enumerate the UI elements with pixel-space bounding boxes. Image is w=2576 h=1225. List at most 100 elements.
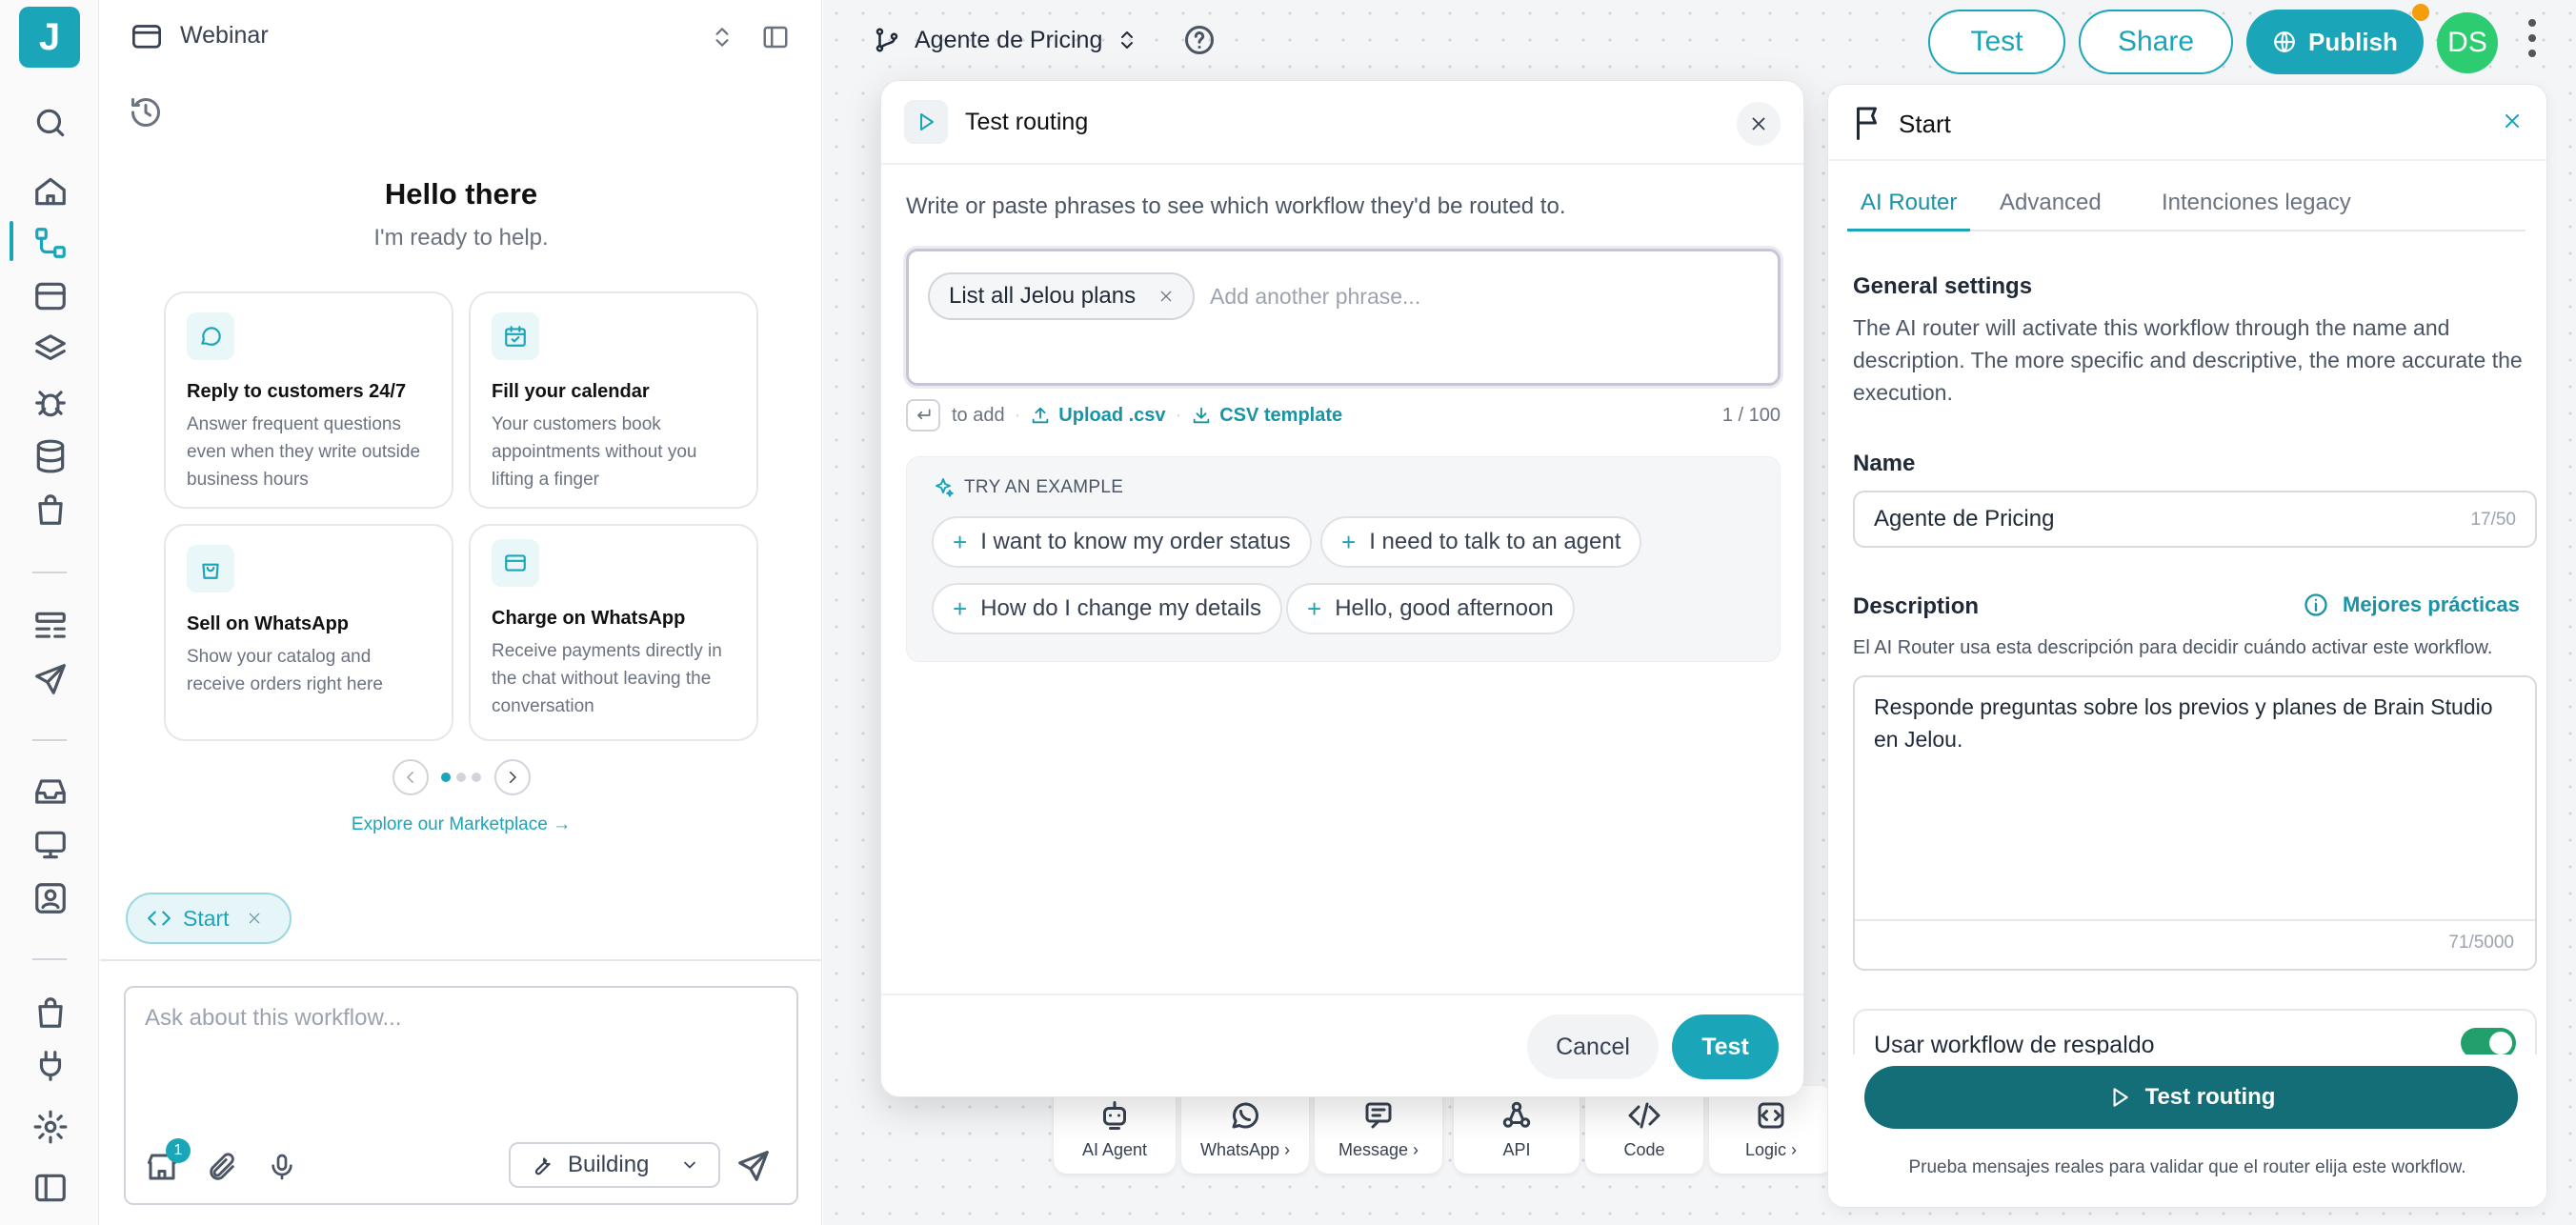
credit-card-icon (492, 539, 539, 587)
carousel-prev-button[interactable] (392, 759, 429, 795)
toolbar-logic[interactable]: Logic › (1709, 1086, 1833, 1174)
panel-tabs: AI Router Advanced Intenciones legacy (1847, 190, 2526, 231)
close-icon[interactable] (1737, 102, 1781, 146)
explore-marketplace-link[interactable]: Explore our Marketplace → (100, 814, 822, 835)
carousel-next-button[interactable] (494, 759, 531, 795)
microphone-icon[interactable] (267, 1152, 297, 1182)
more-options-icon[interactable] (2526, 19, 2538, 67)
database-box-icon[interactable] (32, 278, 69, 314)
example-chip[interactable]: + I need to talk to an agent (1320, 516, 1642, 568)
home-icon[interactable] (32, 173, 69, 210)
carousel-dot[interactable] (456, 773, 466, 782)
send-icon[interactable] (735, 1148, 772, 1184)
card-desc: Answer frequent questions even when they… (187, 414, 421, 490)
carousel-dot[interactable] (441, 773, 451, 782)
phrase-input[interactable]: Add another phrase... (1210, 284, 1420, 310)
tab-advanced[interactable]: Advanced (2000, 190, 2102, 231)
best-practices-link[interactable]: Mejores prácticas (2303, 592, 2520, 618)
description-value: Responde preguntas sobre los previos y p… (1874, 694, 2493, 752)
code-icon (147, 906, 171, 931)
flag-icon (1851, 104, 1885, 142)
close-icon[interactable] (1158, 289, 1174, 304)
list-layout-icon[interactable] (32, 608, 69, 644)
run-test-button[interactable]: Test (1672, 1014, 1779, 1079)
database-icon[interactable] (32, 438, 69, 474)
contact-icon[interactable] (32, 880, 69, 916)
workflow-icon[interactable] (32, 225, 69, 261)
example-chip[interactable]: + How do I change my details (932, 583, 1283, 634)
workspace-name: Webinar (180, 21, 269, 49)
example-chip-label: How do I change my details (980, 595, 1262, 621)
history-icon[interactable] (129, 95, 163, 130)
share-button[interactable]: Share (2079, 10, 2233, 74)
collapse-panel-icon[interactable] (761, 23, 790, 51)
example-chip[interactable]: + Hello, good afternoon (1286, 583, 1575, 634)
phrase-input-box[interactable]: List all Jelou plans Add another phrase.… (906, 249, 1781, 386)
tab-ai-router[interactable]: AI Router (1847, 190, 1971, 231)
icon-rail: J (0, 0, 99, 1225)
test-routing-button[interactable]: Test routing (1864, 1066, 2518, 1129)
description-textarea[interactable]: Responde preguntas sobre los previos y p… (1853, 675, 2537, 971)
bug-icon[interactable] (32, 385, 69, 421)
monitor-icon[interactable] (32, 827, 69, 863)
search-icon[interactable] (32, 105, 69, 141)
publish-button[interactable]: Publish (2246, 10, 2424, 74)
examples-label-text: TRY AN EXAMPLE (964, 477, 1124, 497)
suggestion-card[interactable]: Sell on WhatsApp Show your catalog and r… (164, 524, 453, 741)
avatar[interactable]: DS (2437, 12, 2498, 73)
api-icon (1499, 1098, 1534, 1140)
app-logo[interactable]: J (19, 7, 80, 68)
carousel-dot[interactable] (472, 773, 481, 782)
name-field[interactable]: Agente de Pricing 17/50 (1853, 491, 2537, 548)
upload-csv-link[interactable]: Upload .csv (1030, 405, 1166, 427)
suggestion-card[interactable]: Reply to customers 24/7 Answer frequent … (164, 291, 453, 509)
attach-icon[interactable] (206, 1152, 238, 1184)
settings-icon[interactable] (32, 1109, 69, 1145)
sidebar-toggle-icon[interactable] (32, 1170, 69, 1206)
example-chip[interactable]: + I want to know my order status (932, 516, 1312, 568)
inbox-icon[interactable] (32, 773, 69, 810)
close-icon[interactable] (247, 911, 262, 926)
card-desc: Show your catalog and receive orders rig… (187, 647, 383, 694)
whatsapp-icon (1228, 1098, 1262, 1140)
toolbar-ai-agent[interactable]: AI Agent (1054, 1086, 1176, 1174)
panel-header: Start (1828, 85, 2546, 161)
store-bag-icon[interactable] (32, 994, 69, 1031)
suggestion-card[interactable]: Charge on WhatsApp Receive payments dire… (469, 524, 758, 741)
greeting-title: Hello there (384, 177, 538, 211)
modal-instructions: Write or paste phrases to see which work… (906, 193, 1566, 219)
shopping-bag-icon (187, 545, 234, 592)
active-indicator (10, 221, 13, 261)
suggestion-card[interactable]: Fill your calendar Your customers book a… (469, 291, 758, 509)
toolbar-code[interactable]: Code (1585, 1086, 1703, 1174)
toolbar-message[interactable]: Message › (1315, 1086, 1442, 1174)
toolbar-label: Code (1623, 1140, 1665, 1159)
enter-key-icon (906, 399, 940, 432)
bag-icon[interactable] (32, 492, 69, 528)
workflow-branch-icon (873, 26, 901, 54)
toolbar-label: API (1502, 1140, 1531, 1159)
test-button[interactable]: Test (1928, 10, 2065, 74)
csv-template-link[interactable]: CSV template (1191, 405, 1342, 427)
chat-input-placeholder[interactable]: Ask about this workflow... (145, 1005, 401, 1032)
toolbar-api[interactable]: API (1454, 1086, 1580, 1174)
cancel-button[interactable]: Cancel (1527, 1014, 1659, 1079)
close-icon[interactable] (2501, 110, 2524, 132)
tab-intenciones-legacy[interactable]: Intenciones legacy (2162, 190, 2351, 231)
workspace-selector[interactable]: Webinar (131, 21, 269, 50)
chat-input-box[interactable]: Ask about this workflow... 1 Building (124, 986, 798, 1205)
plug-icon[interactable] (32, 1048, 69, 1084)
globe-icon (2272, 30, 2297, 54)
divider (1855, 919, 2535, 921)
help-icon[interactable] (1182, 23, 1217, 57)
workflow-selector[interactable]: Agente de Pricing (873, 23, 1217, 57)
toolbar-whatsapp[interactable]: WhatsApp › (1181, 1086, 1309, 1174)
context-chip-label: Start (183, 905, 230, 931)
mode-dropdown[interactable]: Building (509, 1142, 720, 1188)
chevron-updown-icon[interactable] (710, 23, 735, 51)
context-chip[interactable]: Start (126, 893, 292, 944)
send-icon[interactable] (32, 661, 69, 697)
general-settings-heading: General settings (1853, 273, 2033, 299)
phrase-chip[interactable]: List all Jelou plans (928, 272, 1196, 320)
layers-icon[interactable] (32, 331, 69, 368)
